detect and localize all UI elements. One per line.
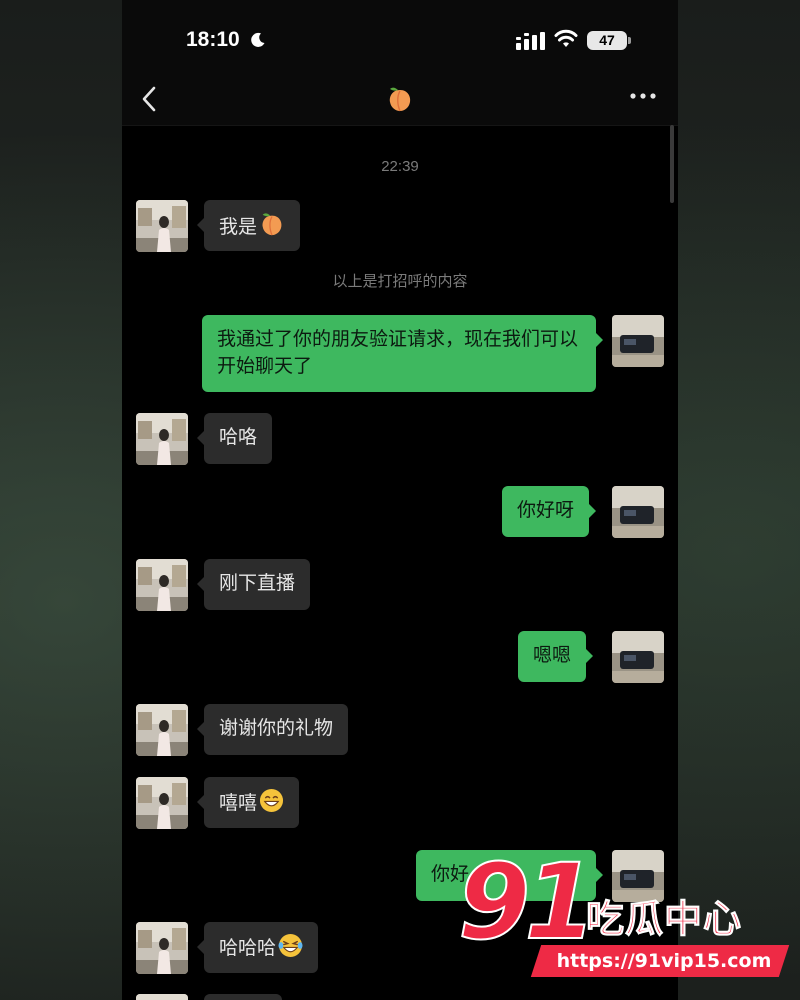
message-bubble-incoming[interactable] (204, 994, 282, 1000)
status-bar: 18:10 47 (122, 0, 678, 75)
battery-tip (628, 37, 631, 44)
message-text: 我通过了你的朋友验证请求，现在我们可以开始聊天了 (217, 328, 579, 377)
contact-avatar[interactable] (136, 922, 188, 974)
my-avatar[interactable] (612, 486, 664, 538)
message-bubble-incoming[interactable]: 刚下直播 (196, 559, 311, 610)
message-bubble-outgoing[interactable]: 嗯嗯 (518, 631, 594, 682)
laugh-tears-emoji (278, 933, 303, 958)
message-bubble-outgoing[interactable]: 你好呀 (502, 486, 597, 537)
my-avatar[interactable] (612, 315, 664, 367)
watermark-brand: 吃瓜中心 (585, 897, 743, 942)
contact-avatar[interactable] (136, 777, 188, 829)
message-bubble-outgoing[interactable]: 我通过了你的朋友验证请求，现在我们可以开始聊天了 (202, 315, 603, 392)
contact-avatar[interactable] (136, 559, 188, 611)
watermark-logo: 91 吃瓜中心 https://91vip15.com (457, 841, 790, 990)
message-bubble-incoming[interactable]: 哈咯 (196, 413, 273, 464)
moon-icon (251, 32, 265, 47)
message-text: 你好呀 (517, 499, 575, 521)
message-text: 哈咯 (219, 426, 258, 448)
battery-indicator: 47 (587, 31, 627, 50)
chat-header (122, 75, 678, 126)
chat-timestamp: 22:39 (381, 158, 419, 175)
message-text: 嘻嘻 (219, 792, 258, 814)
peach-emoji (262, 213, 282, 236)
message-bubble-incoming[interactable]: 谢谢你的礼物 (196, 704, 349, 755)
contact-avatar[interactable] (136, 704, 188, 756)
contact-avatar[interactable] (136, 994, 188, 1000)
contact-avatar[interactable] (136, 200, 188, 252)
message-bubble-incoming[interactable]: 嘻嘻 (196, 777, 300, 828)
message-text: 哈哈哈 (219, 937, 277, 959)
peach-emoji (389, 87, 411, 112)
message-bubble-incoming[interactable]: 我是 (196, 200, 301, 251)
watermark-number: 91 (457, 841, 598, 963)
more-dots-icon[interactable] (628, 89, 658, 103)
signal-icon (516, 32, 545, 50)
message-text: 我是 (219, 216, 258, 238)
contact-avatar[interactable] (136, 413, 188, 465)
message-bubble-incoming[interactable]: 哈哈哈 (196, 922, 319, 973)
chevron-left-icon[interactable] (136, 83, 164, 115)
message-text: 刚下直播 (219, 572, 296, 594)
message-text: 谢谢你的礼物 (219, 717, 334, 739)
grinning-emoji (259, 788, 284, 813)
my-avatar[interactable] (612, 631, 664, 683)
system-note: 以上是打招呼的内容 (332, 272, 468, 290)
wifi-icon (554, 29, 578, 47)
watermark-url: https://91vip15.com (556, 950, 772, 972)
message-text: 嗯嗯 (533, 644, 572, 666)
status-time: 18:10 (186, 28, 240, 51)
